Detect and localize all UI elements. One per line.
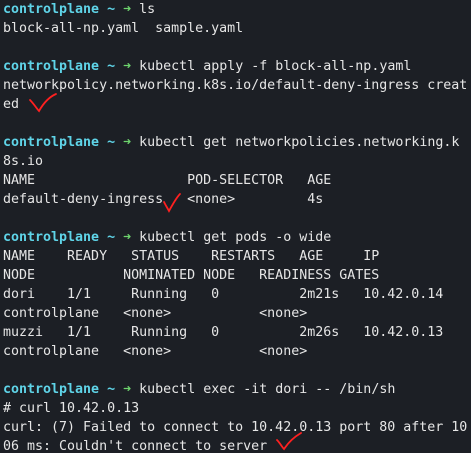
output-line: curl: (7) Failed to connect to 10.42.0.1…	[3, 420, 468, 435]
command-text: ls	[139, 2, 156, 17]
command-text: kubectl exec -it dori -- /bin/sh	[139, 382, 396, 397]
prompt-host: controlplane	[3, 59, 100, 74]
prompt-arrow-icon: ➜	[123, 2, 132, 17]
prompt-tilde: ~	[107, 59, 116, 74]
prompt-line: controlplane ~ ➜ kubectl exec -it dori -…	[3, 380, 471, 399]
prompt-arrow-icon: ➜	[123, 59, 132, 74]
terminal-window[interactable]: controlplane ~ ➜ ls block-all-np.yaml sa…	[0, 0, 471, 453]
prompt-host: controlplane	[3, 382, 100, 397]
table-row: dori 1/1 Running 0 2m21s 10.42.0.14	[3, 287, 444, 302]
prompt-arrow-icon: ➜	[123, 382, 132, 397]
prompt-host: controlplane	[3, 135, 100, 150]
output-line: 06 ms: Couldn't connect to server	[3, 439, 268, 453]
prompt-tilde: ~	[107, 135, 116, 150]
prompt-line: controlplane ~ ➜ kubectl get networkpoli…	[3, 133, 471, 152]
output-line: # curl 10.42.0.13	[3, 401, 140, 416]
prompt-line: controlplane ~ ➜ ls	[3, 0, 471, 19]
prompt-arrow-icon: ➜	[123, 135, 132, 150]
prompt-arrow-icon: ➜	[123, 230, 132, 245]
command-text: kubectl apply -f block-all-np.yaml	[139, 59, 412, 74]
command-text: kubectl get networkpolicies.networking.k	[139, 135, 460, 150]
table-header: NAME READY STATUS RESTARTS AGE IP	[3, 249, 380, 264]
table-row: controlplane <none> <none>	[3, 344, 308, 359]
prompt-tilde: ~	[107, 230, 116, 245]
prompt-host: controlplane	[3, 2, 100, 17]
prompt-host: controlplane	[3, 230, 100, 245]
table-header: NAME POD-SELECTOR AGE	[3, 173, 332, 188]
prompt-tilde: ~	[107, 382, 116, 397]
table-row: default-deny-ingress <none> 4s	[3, 192, 324, 207]
prompt-line: controlplane ~ ➜ kubectl apply -f block-…	[3, 57, 471, 76]
output-line: block-all-np.yaml sample.yaml	[3, 21, 244, 36]
prompt-tilde: ~	[107, 2, 116, 17]
prompt-line: controlplane ~ ➜ kubectl get pods -o wid…	[3, 228, 471, 247]
command-text: kubectl get pods -o wide	[139, 230, 332, 245]
table-header: NODE NOMINATED NODE READINESS GATES	[3, 268, 380, 283]
output-line: 8s.io	[3, 154, 44, 169]
table-row: muzzi 1/1 Running 0 2m26s 10.42.0.13	[3, 325, 444, 340]
output-line: networkpolicy.networking.k8s.io/default-…	[3, 78, 468, 93]
table-row: controlplane <none> <none>	[3, 306, 308, 321]
output-line: ed	[3, 97, 20, 112]
